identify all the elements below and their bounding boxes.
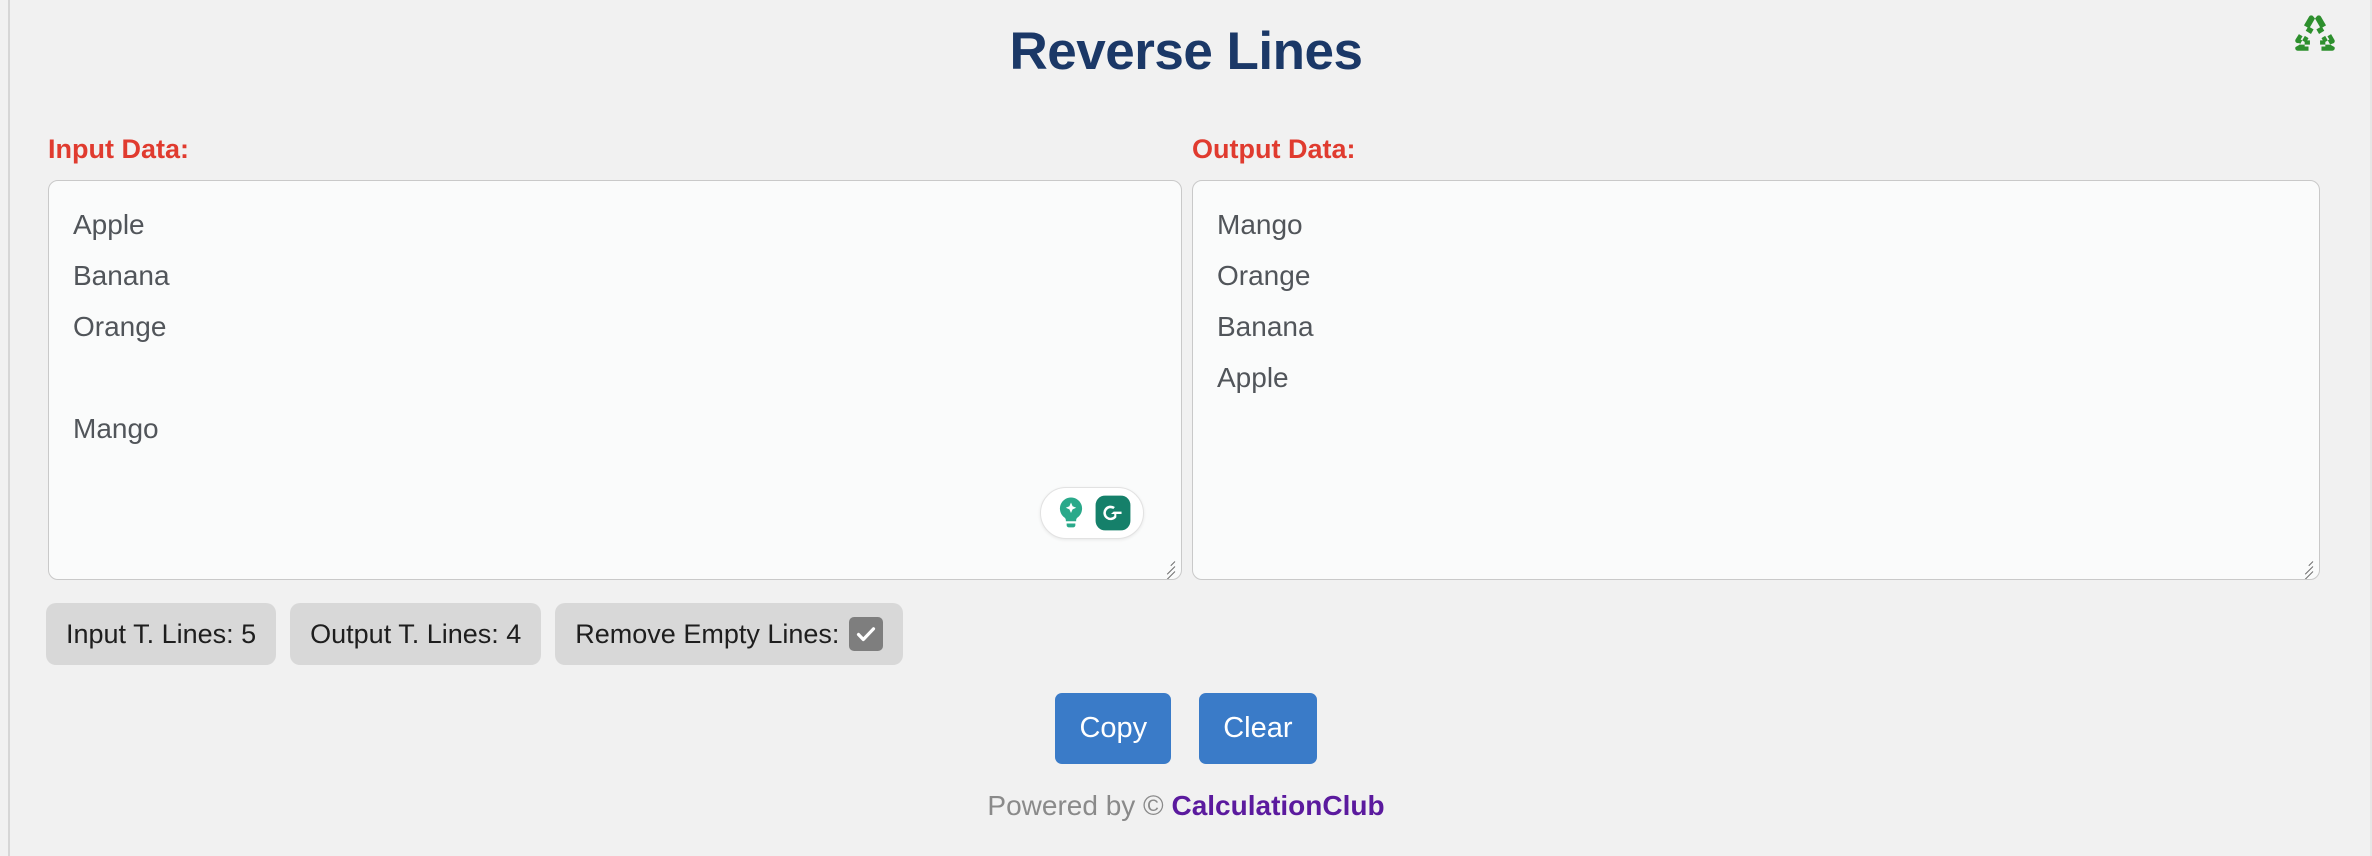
badge-input-total-lines: Input T. Lines: 5 — [46, 603, 277, 665]
input-resize-handle[interactable] — [1155, 554, 1177, 579]
copy-button[interactable]: Copy — [1055, 693, 1172, 764]
remove-empty-lines-label: Remove Empty Lines: — [575, 618, 840, 649]
footer-prefix: Powered by © — [987, 790, 1172, 821]
remove-empty-lines-badge[interactable]: Remove Empty Lines: — [555, 603, 904, 665]
page-title: Reverse Lines — [1009, 22, 1363, 81]
lightbulb-sparkle-icon[interactable] — [1052, 494, 1090, 532]
badge-output-total-lines: Output T. Lines: 4 — [290, 603, 542, 665]
output-resize-handle[interactable] — [2293, 554, 2315, 579]
footer: Powered by © CalculationClub — [0, 790, 2372, 822]
clear-button[interactable]: Clear — [1199, 693, 1317, 764]
output-textarea[interactable]: Mango Orange Banana Apple — [1192, 180, 2320, 580]
footer-brand-link[interactable]: CalculationClub — [1171, 790, 1384, 821]
stats-badges: Input T. Lines: 5 Output T. Lines: 4 Rem… — [46, 603, 904, 665]
recycle-icon[interactable] — [2294, 14, 2336, 56]
input-data-label: Input Data: — [48, 134, 189, 164]
output-textarea-value: Mango Orange Banana Apple — [1217, 209, 1314, 393]
action-buttons: Copy Clear — [0, 693, 2372, 764]
output-data-label: Output Data: — [1192, 134, 1356, 164]
input-textarea-value: Apple Banana Orange Mango — [73, 209, 170, 444]
remove-empty-lines-checkbox[interactable] — [849, 617, 884, 651]
grammarly-g-icon[interactable] — [1094, 494, 1132, 532]
badge-output-total-lines-text: Output T. Lines: 4 — [310, 618, 522, 649]
page-root: Reverse Lines Input Data: Apple Banana O… — [0, 0, 2372, 856]
input-textarea[interactable]: Apple Banana Orange Mango — [48, 180, 1182, 580]
badge-input-total-lines-text: Input T. Lines: 5 — [66, 618, 257, 649]
grammarly-widget[interactable] — [1040, 487, 1144, 539]
